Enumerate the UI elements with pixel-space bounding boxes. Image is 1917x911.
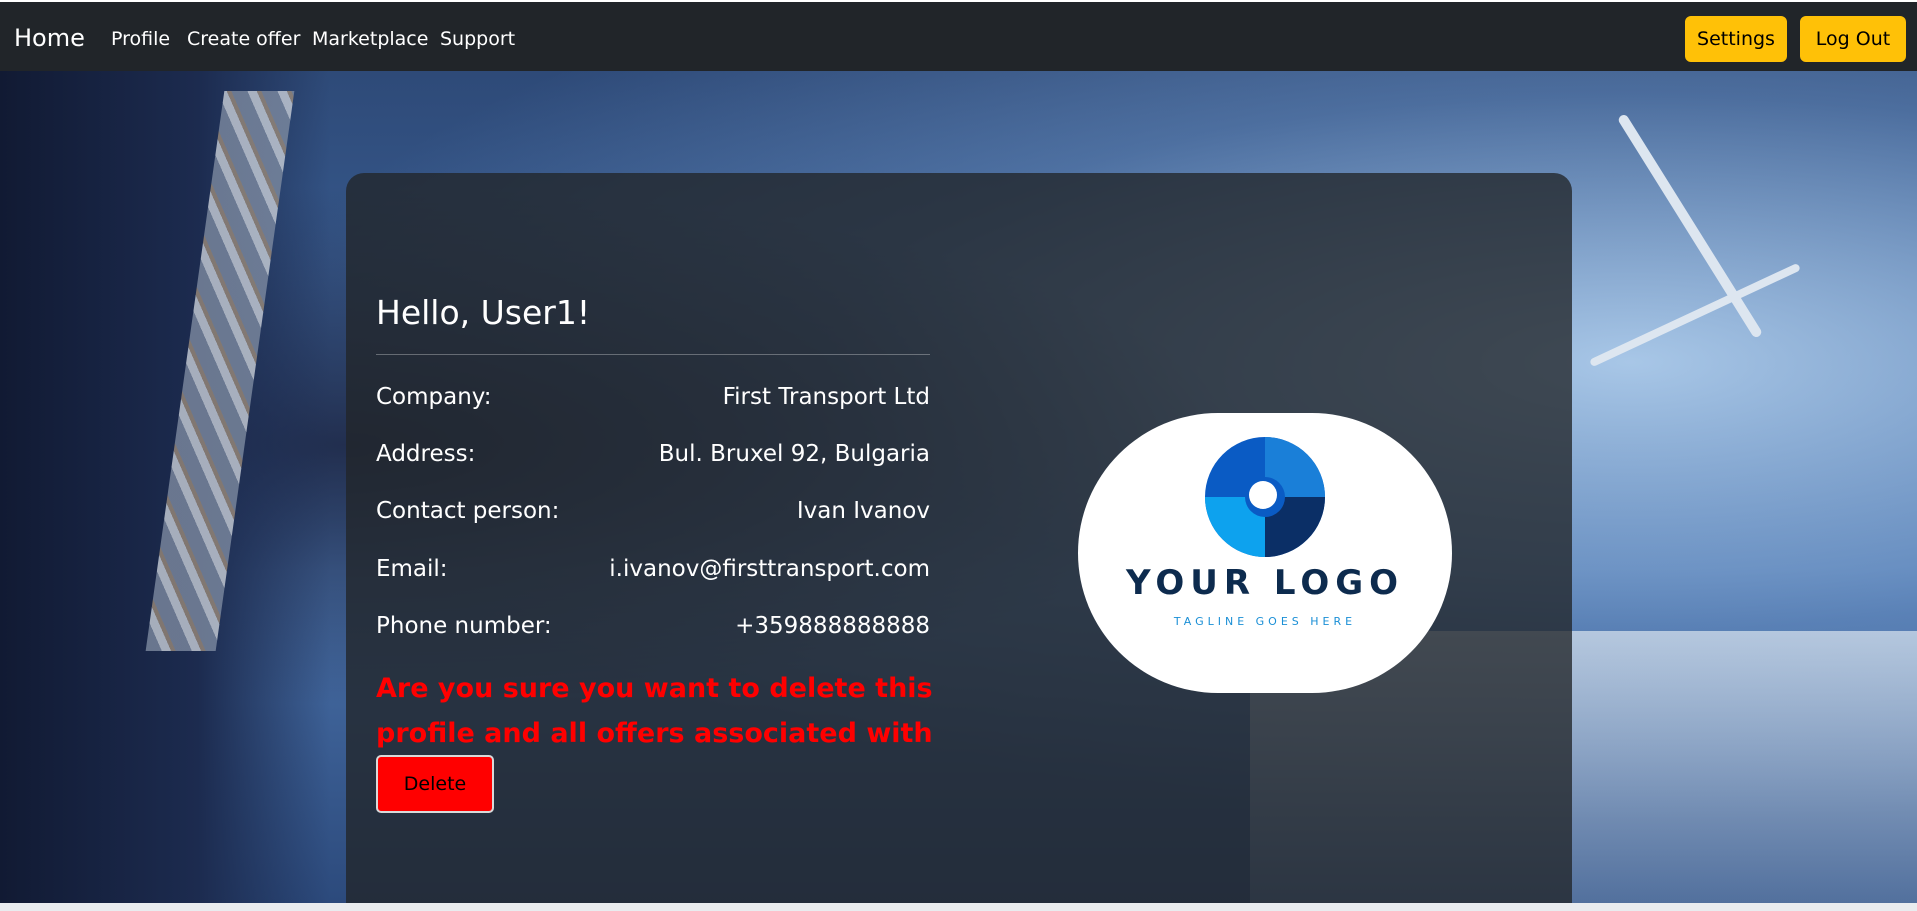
nav-marketplace-link[interactable]: Marketplace [312,27,428,51]
address-value: Bul. Bruxel 92, Bulgaria [658,441,930,467]
profile-card: Hello, User1! Company: First Transport L… [346,173,1572,903]
company-row: Company: First Transport Ltd [376,382,930,412]
delete-button[interactable]: Delete [376,755,494,813]
contact-person-row: Contact person: Ivan Ivanov [376,496,930,526]
contact-person-label: Contact person: [376,498,560,524]
company-value: First Transport Ltd [722,384,930,410]
logout-button[interactable]: Log Out [1800,16,1906,62]
phone-label: Phone number: [376,613,552,639]
logo-mark-icon [1205,437,1325,557]
greeting-heading: Hello, User1! [376,293,591,332]
email-value: i.ivanov@firsttransport.com [609,556,930,582]
address-label: Address: [376,441,476,467]
businessman-image [0,71,330,903]
navbar: Home Profile Create offer Marketplace Su… [0,0,1917,71]
nav-create-offer-link[interactable]: Create offer [187,27,300,51]
hero-background: Hello, User1! Company: First Transport L… [0,71,1917,903]
company-logo: YOUR LOGO TAGLINE GOES HERE [1078,413,1452,693]
contact-person-value: Ivan Ivanov [796,498,930,524]
nav-support-link[interactable]: Support [440,27,515,51]
company-label: Company: [376,384,492,410]
logo-text: YOUR LOGO [1125,563,1405,603]
page-footer-strip [0,903,1917,911]
phone-value: +359888888888 [735,613,930,639]
address-row: Address: Bul. Bruxel 92, Bulgaria [376,439,930,469]
airplane-image [1616,113,1764,339]
email-label: Email: [376,556,448,582]
divider [376,354,930,355]
logo-tagline: TAGLINE GOES HERE [1173,615,1357,628]
nav-home-link[interactable]: Home [14,23,85,53]
airplane-wing-image [1589,262,1801,368]
nav-profile-link[interactable]: Profile [111,27,170,51]
settings-button[interactable]: Settings [1685,16,1787,62]
email-row: Email: i.ivanov@firsttransport.com [376,554,930,584]
phone-row: Phone number: +359888888888 [376,611,930,641]
